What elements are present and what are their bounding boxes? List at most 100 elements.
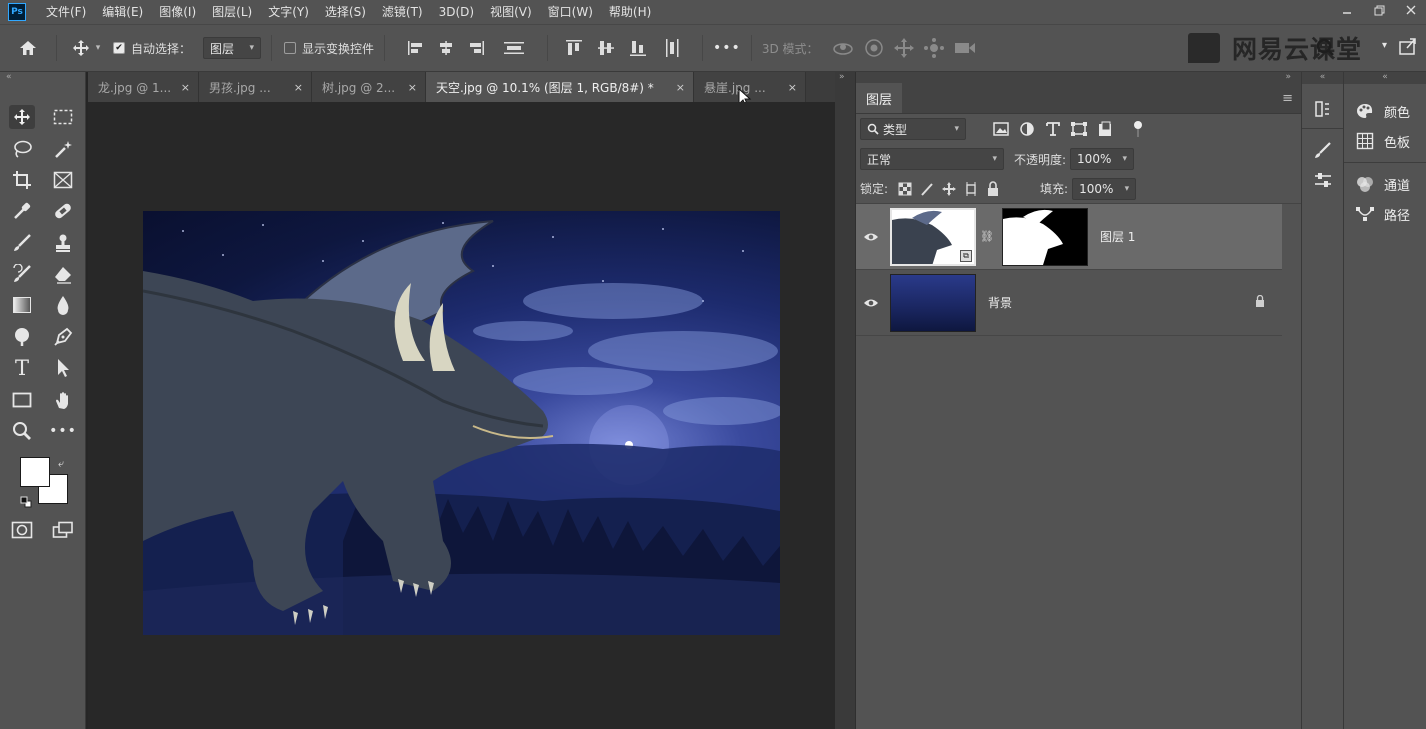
photoshop-logo[interactable]: Ps — [8, 3, 26, 21]
foreground-color-swatch[interactable] — [20, 457, 50, 487]
align-vertical-center-icon[interactable] — [597, 39, 615, 57]
3d-roll-icon[interactable] — [863, 37, 885, 59]
blend-mode-dropdown[interactable]: 正常 ▾ — [860, 148, 1004, 170]
home-icon[interactable] — [0, 39, 56, 57]
distribute-horizontal-icon[interactable] — [664, 38, 682, 58]
type-layer-filter-icon[interactable] — [1044, 121, 1062, 137]
blur-tool-icon[interactable] — [50, 293, 76, 317]
menu-file[interactable]: 文件(F) — [38, 0, 94, 24]
shape-layer-filter-icon[interactable] — [1070, 121, 1088, 137]
menu-view[interactable]: 视图(V) — [482, 0, 540, 24]
link-icon[interactable]: ⛓ — [980, 230, 994, 243]
panel-swatches[interactable]: 色板 — [1344, 126, 1426, 156]
lock-image-pixels-icon[interactable] — [919, 181, 935, 197]
rectangle-tool-icon[interactable] — [9, 388, 35, 412]
pen-tool-icon[interactable] — [50, 325, 76, 349]
close-icon[interactable]: × — [668, 81, 685, 94]
panel-paths[interactable]: 路径 — [1344, 199, 1426, 229]
pixel-layer-filter-icon[interactable] — [992, 121, 1010, 137]
panel-color[interactable]: 颜色 — [1344, 96, 1426, 126]
menu-window[interactable]: 窗口(W) — [540, 0, 601, 24]
swap-colors-icon[interactable]: ⤶ — [58, 457, 64, 471]
distribute-vertical-icon[interactable] — [503, 40, 525, 56]
restore-icon[interactable] — [1364, 0, 1394, 20]
tab-boy[interactable]: 男孩.jpg ... × — [199, 72, 312, 102]
filter-toggle-switch[interactable] — [1134, 121, 1142, 137]
eraser-tool-icon[interactable] — [50, 262, 76, 286]
menu-layer[interactable]: 图层(L) — [204, 0, 260, 24]
tab-tree[interactable]: 树.jpg @ 2... × — [312, 72, 426, 102]
layer-thumbnail[interactable]: ⧉ — [890, 207, 976, 266]
fill-input[interactable]: 100% ▾ — [1072, 177, 1137, 200]
layer-mask-thumbnail[interactable] — [1001, 207, 1088, 266]
layer-thumbnail[interactable] — [890, 273, 976, 332]
properties-panel-icon[interactable] — [1310, 167, 1336, 193]
layer-name[interactable]: 图层 1 — [1100, 228, 1135, 245]
3d-pan-icon[interactable] — [893, 37, 915, 59]
more-tools-icon[interactable]: ••• — [49, 419, 76, 443]
lock-transparent-pixels-icon[interactable] — [897, 181, 913, 197]
document-image[interactable] — [143, 211, 780, 635]
layer-name[interactable]: 背景 — [988, 294, 1012, 311]
align-horizontal-center-icon[interactable] — [437, 40, 455, 56]
close-icon[interactable]: × — [780, 81, 797, 94]
collapse-icon[interactable]: « — [1302, 72, 1343, 84]
show-transform-controls-checkbox[interactable]: 显示变换控件 — [284, 40, 374, 57]
menu-type[interactable]: 文字(Y) — [260, 0, 317, 24]
history-panel-icon[interactable] — [1310, 96, 1336, 122]
lock-position-icon[interactable] — [941, 181, 957, 197]
chevron-down-icon[interactable]: ▾ — [1382, 40, 1387, 51]
panel-channels[interactable]: 通道 — [1344, 169, 1426, 199]
menu-3d[interactable]: 3D(D) — [431, 0, 482, 24]
healing-brush-tool-icon[interactable] — [50, 199, 76, 223]
search-icon[interactable] — [1316, 38, 1334, 59]
align-right-icon[interactable] — [467, 40, 485, 56]
canvas-area[interactable] — [88, 102, 835, 729]
brush-tool-icon[interactable] — [9, 231, 35, 255]
magic-wand-tool-icon[interactable] — [50, 137, 76, 161]
lock-artboard-icon[interactable] — [963, 181, 979, 197]
move-tool-preset-icon[interactable]: ▾ — [67, 39, 105, 57]
screen-mode-icon[interactable] — [50, 518, 76, 542]
3d-slide-icon[interactable] — [923, 37, 945, 59]
dodge-tool-icon[interactable] — [9, 325, 35, 349]
menu-filter[interactable]: 滤镜(T) — [374, 0, 431, 24]
adjustment-layer-filter-icon[interactable] — [1018, 121, 1036, 137]
collapse-icon[interactable]: « — [1344, 72, 1426, 84]
chevron-down-icon[interactable]: ▾ — [1125, 184, 1130, 194]
eye-icon[interactable] — [856, 297, 886, 309]
close-icon[interactable]: × — [286, 81, 303, 94]
layer-filter-dropdown[interactable]: 类型 ▾ — [860, 118, 966, 140]
minimize-icon[interactable] — [1332, 0, 1362, 20]
collapse-right-icon[interactable]: » — [1285, 72, 1291, 82]
menu-select[interactable]: 选择(S) — [317, 0, 374, 24]
clone-stamp-tool-icon[interactable] — [50, 231, 76, 255]
path-selection-tool-icon[interactable] — [50, 356, 76, 380]
quick-mask-icon[interactable] — [9, 518, 35, 542]
tab-sky[interactable]: 天空.jpg @ 10.1% (图层 1, RGB/8#) * × — [426, 72, 694, 102]
crop-tool-icon[interactable] — [9, 168, 35, 192]
auto-select-target-dropdown[interactable]: 图层 ▾ — [203, 37, 262, 59]
layer-row-layer1[interactable]: ⧉ ⛓ 图层 1 — [856, 204, 1282, 270]
smart-object-filter-icon[interactable] — [1096, 121, 1114, 137]
menu-image[interactable]: 图像(I) — [151, 0, 204, 24]
close-icon[interactable]: × — [400, 81, 417, 94]
align-top-icon[interactable] — [565, 39, 583, 57]
chevron-down-icon[interactable]: ▾ — [1123, 154, 1128, 164]
zoom-tool-icon[interactable] — [9, 419, 35, 443]
marquee-tool-icon[interactable] — [50, 105, 76, 129]
lock-all-icon[interactable] — [985, 180, 1001, 197]
share-icon[interactable] — [1398, 36, 1418, 59]
layer-row-background[interactable]: 背景 — [856, 270, 1282, 336]
type-tool-icon[interactable]: T — [9, 356, 35, 380]
align-bottom-icon[interactable] — [629, 39, 647, 57]
gradient-tool-icon[interactable] — [9, 293, 35, 317]
brush-settings-panel-icon[interactable] — [1310, 137, 1336, 163]
default-colors-icon[interactable] — [20, 496, 32, 511]
more-options-button[interactable]: ••• — [713, 40, 741, 56]
3d-camera-icon[interactable] — [953, 39, 977, 57]
menu-help[interactable]: 帮助(H) — [601, 0, 659, 24]
eyedropper-tool-icon[interactable] — [9, 199, 35, 223]
tab-layers[interactable]: 图层 — [856, 83, 903, 113]
move-tool-icon[interactable] — [9, 105, 35, 129]
